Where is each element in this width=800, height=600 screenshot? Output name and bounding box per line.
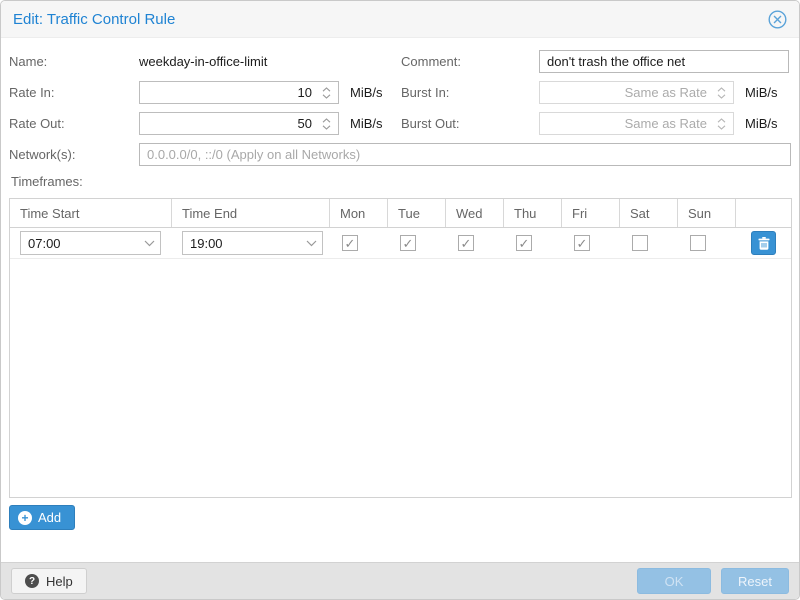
chevron-down-icon bbox=[306, 240, 317, 247]
time-start-input[interactable] bbox=[21, 236, 138, 251]
burst-out-spinner-field bbox=[539, 112, 734, 135]
timeframe-row: ✓ ✓ ✓ ✓ ✓ bbox=[10, 228, 791, 259]
time-end-input[interactable] bbox=[183, 236, 300, 251]
burst-in-unit: MiB/s bbox=[745, 85, 778, 100]
comment-label: Comment: bbox=[401, 54, 539, 69]
rate-out-input[interactable] bbox=[140, 116, 318, 131]
row-rate-in-burst-in: Rate In: MiB/s Burst In: bbox=[9, 81, 791, 104]
column-header-time-start: Time Start bbox=[10, 199, 172, 227]
name-label: Name: bbox=[9, 54, 139, 69]
networks-label: Network(s): bbox=[9, 147, 139, 162]
time-end-combo[interactable] bbox=[182, 231, 323, 255]
rate-in-label: Rate In: bbox=[9, 85, 139, 100]
timeframes-table: Time Start Time End Mon Tue Wed Thu Fri … bbox=[9, 198, 792, 498]
timeframes-table-empty-area bbox=[10, 259, 791, 497]
burst-out-spin-buttons[interactable] bbox=[713, 118, 729, 130]
networks-input[interactable] bbox=[139, 143, 791, 166]
checkbox-fri[interactable]: ✓ bbox=[574, 235, 590, 251]
add-button-label: Add bbox=[38, 510, 61, 525]
column-header-sat: Sat bbox=[620, 199, 678, 227]
rate-out-unit: MiB/s bbox=[350, 116, 383, 131]
close-circle-icon bbox=[768, 10, 787, 29]
chevron-down-icon bbox=[322, 125, 331, 130]
reset-button[interactable]: Reset bbox=[721, 568, 789, 594]
column-header-sun: Sun bbox=[678, 199, 736, 227]
burst-out-unit: MiB/s bbox=[745, 116, 778, 131]
question-circle-icon: ? bbox=[25, 574, 39, 588]
timeframes-table-header: Time Start Time End Mon Tue Wed Thu Fri … bbox=[10, 199, 791, 228]
dialog-footer: ? Help OK Reset bbox=[1, 562, 799, 599]
checkbox-mon[interactable]: ✓ bbox=[342, 235, 358, 251]
burst-in-input[interactable] bbox=[540, 85, 713, 100]
ok-button[interactable]: OK bbox=[637, 568, 711, 594]
time-start-combo[interactable] bbox=[20, 231, 161, 255]
close-button[interactable] bbox=[768, 10, 787, 29]
checkbox-sat[interactable] bbox=[632, 235, 648, 251]
column-header-thu: Thu bbox=[504, 199, 562, 227]
trash-icon bbox=[758, 237, 770, 250]
rate-in-input[interactable] bbox=[140, 85, 318, 100]
rate-out-label: Rate Out: bbox=[9, 116, 139, 131]
rate-in-spin-buttons[interactable] bbox=[318, 87, 334, 99]
chevron-down-icon bbox=[144, 240, 155, 247]
burst-out-label: Burst Out: bbox=[401, 116, 539, 131]
burst-in-spinner-field bbox=[539, 81, 734, 104]
chevron-down-icon bbox=[322, 94, 331, 99]
chevron-up-icon bbox=[322, 118, 331, 123]
column-header-fri: Fri bbox=[562, 199, 620, 227]
help-button-label: Help bbox=[46, 574, 73, 589]
plus-circle-icon: + bbox=[18, 511, 32, 525]
edit-traffic-control-rule-dialog: Edit: Traffic Control Rule Name: weekday… bbox=[0, 0, 800, 600]
row-name-comment: Name: weekday-in-office-limit Comment: bbox=[9, 50, 791, 73]
burst-in-label: Burst In: bbox=[401, 85, 539, 100]
chevron-down-icon bbox=[717, 125, 726, 130]
delete-row-button[interactable] bbox=[751, 231, 776, 255]
column-header-time-end: Time End bbox=[172, 199, 330, 227]
comment-input[interactable] bbox=[539, 50, 789, 73]
help-button[interactable]: ? Help bbox=[11, 568, 87, 594]
row-networks: Network(s): bbox=[9, 143, 791, 166]
chevron-up-icon bbox=[717, 87, 726, 92]
add-timeframe-button[interactable]: + Add bbox=[9, 505, 75, 530]
checkbox-wed[interactable]: ✓ bbox=[458, 235, 474, 251]
dialog-title: Edit: Traffic Control Rule bbox=[13, 11, 175, 28]
name-value: weekday-in-office-limit bbox=[139, 54, 267, 69]
chevron-down-icon bbox=[717, 94, 726, 99]
chevron-up-icon bbox=[322, 87, 331, 92]
rate-in-unit: MiB/s bbox=[350, 85, 383, 100]
timeframes-label: Timeframes: bbox=[11, 174, 791, 189]
rate-out-spinner-field bbox=[139, 112, 339, 135]
column-header-wed: Wed bbox=[446, 199, 504, 227]
column-header-actions bbox=[736, 199, 791, 227]
dialog-body: Name: weekday-in-office-limit Comment: R… bbox=[1, 38, 799, 562]
column-header-mon: Mon bbox=[330, 199, 388, 227]
checkbox-tue[interactable]: ✓ bbox=[400, 235, 416, 251]
rate-out-spin-buttons[interactable] bbox=[318, 118, 334, 130]
column-header-tue: Tue bbox=[388, 199, 446, 227]
dialog-titlebar: Edit: Traffic Control Rule bbox=[1, 1, 799, 38]
checkbox-sun[interactable] bbox=[690, 235, 706, 251]
chevron-up-icon bbox=[717, 118, 726, 123]
rate-in-spinner-field bbox=[139, 81, 339, 104]
row-rate-out-burst-out: Rate Out: MiB/s Burst Out: bbox=[9, 112, 791, 135]
burst-out-input[interactable] bbox=[540, 116, 713, 131]
burst-in-spin-buttons[interactable] bbox=[713, 87, 729, 99]
checkbox-thu[interactable]: ✓ bbox=[516, 235, 532, 251]
